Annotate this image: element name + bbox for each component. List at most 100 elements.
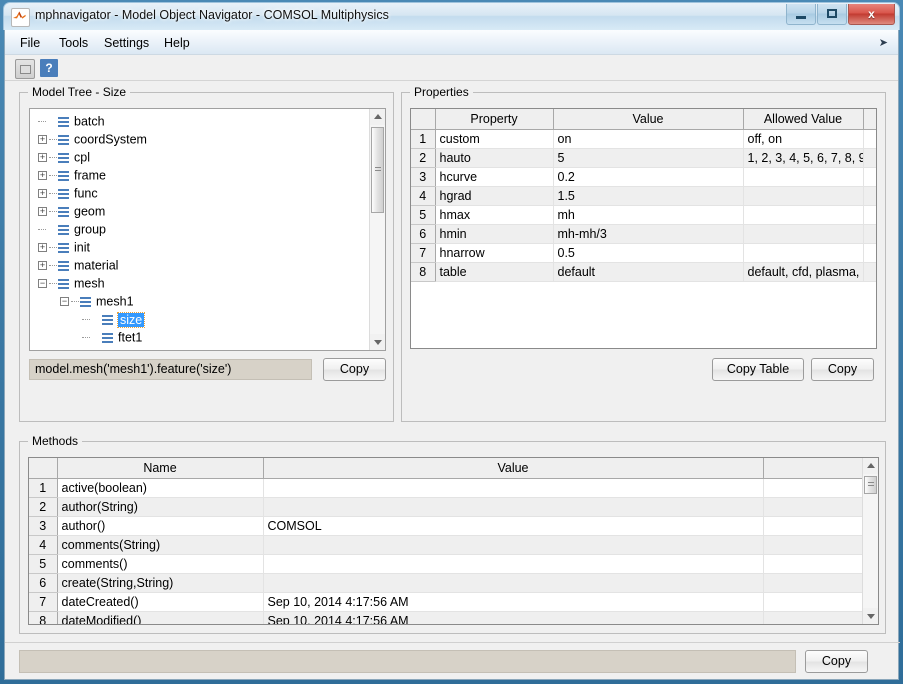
tree-expander-icon[interactable]: + bbox=[38, 207, 47, 216]
menu-help[interactable]: Help bbox=[157, 34, 197, 52]
tree-expander-icon[interactable]: + bbox=[38, 135, 47, 144]
properties-column-header[interactable]: Property bbox=[435, 109, 553, 130]
scroll-up-icon[interactable] bbox=[863, 458, 878, 474]
tree-node[interactable]: ftet1 bbox=[30, 328, 369, 346]
method-value-cell[interactable] bbox=[263, 498, 763, 517]
tree-expander-icon[interactable]: + bbox=[38, 189, 47, 198]
tree-node[interactable]: +geom bbox=[30, 202, 369, 220]
property-allowed-cell[interactable]: off, on bbox=[743, 130, 863, 149]
method-name-cell[interactable]: dateModified() bbox=[57, 612, 263, 626]
method-value-cell[interactable] bbox=[263, 574, 763, 593]
table-row[interactable]: 1customonoff, on bbox=[411, 130, 877, 149]
table-row[interactable]: 4hgrad1.5 bbox=[411, 187, 877, 206]
property-name-cell[interactable]: hmax bbox=[435, 206, 553, 225]
table-row[interactable]: 8dateModified()Sep 10, 2014 4:17:56 AM bbox=[29, 612, 863, 626]
properties-copy-button[interactable]: Copy bbox=[811, 358, 874, 381]
property-allowed-cell[interactable] bbox=[743, 225, 863, 244]
method-name-cell[interactable]: comments() bbox=[57, 555, 263, 574]
method-value-cell[interactable] bbox=[263, 555, 763, 574]
property-value-cell[interactable]: 0.5 bbox=[553, 244, 743, 263]
table-row[interactable]: 7hnarrow0.5 bbox=[411, 244, 877, 263]
scroll-down-icon[interactable] bbox=[370, 334, 385, 350]
tree-node[interactable]: +coordSystem bbox=[30, 130, 369, 148]
tree-node[interactable]: +frame bbox=[30, 166, 369, 184]
scroll-down-icon[interactable] bbox=[863, 608, 878, 624]
method-name-cell[interactable]: dateCreated() bbox=[57, 593, 263, 612]
table-row[interactable]: 6create(String,String) bbox=[29, 574, 863, 593]
method-name-cell[interactable]: author(String) bbox=[57, 498, 263, 517]
table-row[interactable]: 1active(boolean) bbox=[29, 479, 863, 498]
table-row[interactable]: 2author(String) bbox=[29, 498, 863, 517]
methods-table-container[interactable]: NameValue1active(boolean)2author(String)… bbox=[28, 457, 879, 625]
model-tree[interactable]: batch+coordSystem+cpl+frame+func+geomgro… bbox=[29, 108, 386, 351]
methods-column-header[interactable] bbox=[29, 458, 57, 479]
methods-column-header[interactable]: Name bbox=[57, 458, 263, 479]
maximize-button[interactable] bbox=[817, 4, 847, 25]
tree-node[interactable]: size bbox=[30, 310, 369, 328]
table-row[interactable]: 8tabledefaultdefault, cfd, plasma, semi bbox=[411, 263, 877, 282]
property-name-cell[interactable]: table bbox=[435, 263, 553, 282]
property-value-cell[interactable]: default bbox=[553, 263, 743, 282]
footer-field[interactable] bbox=[19, 650, 796, 673]
method-value-cell[interactable]: Sep 10, 2014 4:17:56 AM bbox=[263, 612, 763, 626]
methods-scrollbar[interactable] bbox=[862, 458, 878, 624]
model-path-field[interactable]: model.mesh('mesh1').feature('size') bbox=[29, 359, 312, 380]
tree-expander-icon[interactable]: − bbox=[38, 279, 47, 288]
menu-settings[interactable]: Settings bbox=[97, 34, 156, 52]
property-name-cell[interactable]: hgrad bbox=[435, 187, 553, 206]
property-value-cell[interactable]: 0.2 bbox=[553, 168, 743, 187]
tree-node[interactable]: −mesh bbox=[30, 274, 369, 292]
property-value-cell[interactable]: mh bbox=[553, 206, 743, 225]
property-value-cell[interactable]: mh-mh/3 bbox=[553, 225, 743, 244]
property-name-cell[interactable]: custom bbox=[435, 130, 553, 149]
methods-column-header[interactable] bbox=[763, 458, 863, 479]
scroll-up-icon[interactable] bbox=[370, 109, 385, 125]
table-row[interactable]: 6hminmh-mh/3 bbox=[411, 225, 877, 244]
method-value-cell[interactable]: COMSOL bbox=[263, 517, 763, 536]
property-name-cell[interactable]: hcurve bbox=[435, 168, 553, 187]
property-value-cell[interactable]: 5 bbox=[553, 149, 743, 168]
table-row[interactable]: 4comments(String) bbox=[29, 536, 863, 555]
scrollbar-thumb[interactable] bbox=[864, 476, 877, 494]
properties-table-container[interactable]: PropertyValueAllowed Value1customonoff, … bbox=[410, 108, 877, 349]
overflow-arrow-icon[interactable]: ➤ bbox=[879, 36, 888, 49]
model-icon[interactable] bbox=[15, 59, 35, 79]
tree-node[interactable]: +func bbox=[30, 184, 369, 202]
tree-node[interactable]: group bbox=[30, 220, 369, 238]
table-row[interactable]: 7dateCreated()Sep 10, 2014 4:17:56 AM bbox=[29, 593, 863, 612]
tree-expander-icon[interactable]: − bbox=[60, 297, 69, 306]
tree-node[interactable]: +material bbox=[30, 256, 369, 274]
tree-node[interactable]: +cpl bbox=[30, 148, 369, 166]
copy-table-button[interactable]: Copy Table bbox=[712, 358, 804, 381]
model-tree-scrollbar[interactable] bbox=[369, 109, 385, 350]
property-name-cell[interactable]: hauto bbox=[435, 149, 553, 168]
method-name-cell[interactable]: active(boolean) bbox=[57, 479, 263, 498]
method-name-cell[interactable]: comments(String) bbox=[57, 536, 263, 555]
method-value-cell[interactable] bbox=[263, 479, 763, 498]
tree-expander-icon[interactable]: + bbox=[38, 153, 47, 162]
method-value-cell[interactable] bbox=[263, 536, 763, 555]
properties-column-header[interactable]: Allowed Value bbox=[743, 109, 863, 130]
property-allowed-cell[interactable] bbox=[743, 168, 863, 187]
close-button[interactable]: x bbox=[848, 4, 895, 25]
table-row[interactable]: 5hmaxmh bbox=[411, 206, 877, 225]
property-allowed-cell[interactable] bbox=[743, 187, 863, 206]
method-name-cell[interactable]: author() bbox=[57, 517, 263, 536]
question-mark-icon[interactable]: ? bbox=[40, 59, 58, 77]
table-row[interactable]: 5comments() bbox=[29, 555, 863, 574]
property-allowed-cell[interactable]: default, cfd, plasma, semi bbox=[743, 263, 863, 282]
properties-column-header[interactable] bbox=[411, 109, 435, 130]
minimize-button[interactable] bbox=[786, 4, 816, 25]
table-row[interactable]: 3hcurve0.2 bbox=[411, 168, 877, 187]
property-value-cell[interactable]: on bbox=[553, 130, 743, 149]
properties-column-header[interactable]: Value bbox=[553, 109, 743, 130]
tree-expander-icon[interactable]: + bbox=[38, 171, 47, 180]
table-row[interactable]: 2hauto51, 2, 3, 4, 5, 6, 7, 8, 9 bbox=[411, 149, 877, 168]
model-tree-copy-button[interactable]: Copy bbox=[323, 358, 386, 381]
method-value-cell[interactable]: Sep 10, 2014 4:17:56 AM bbox=[263, 593, 763, 612]
properties-column-header[interactable] bbox=[863, 109, 877, 130]
footer-copy-button[interactable]: Copy bbox=[805, 650, 868, 673]
property-name-cell[interactable]: hmin bbox=[435, 225, 553, 244]
tree-node[interactable]: batch bbox=[30, 112, 369, 130]
property-allowed-cell[interactable]: 1, 2, 3, 4, 5, 6, 7, 8, 9 bbox=[743, 149, 863, 168]
